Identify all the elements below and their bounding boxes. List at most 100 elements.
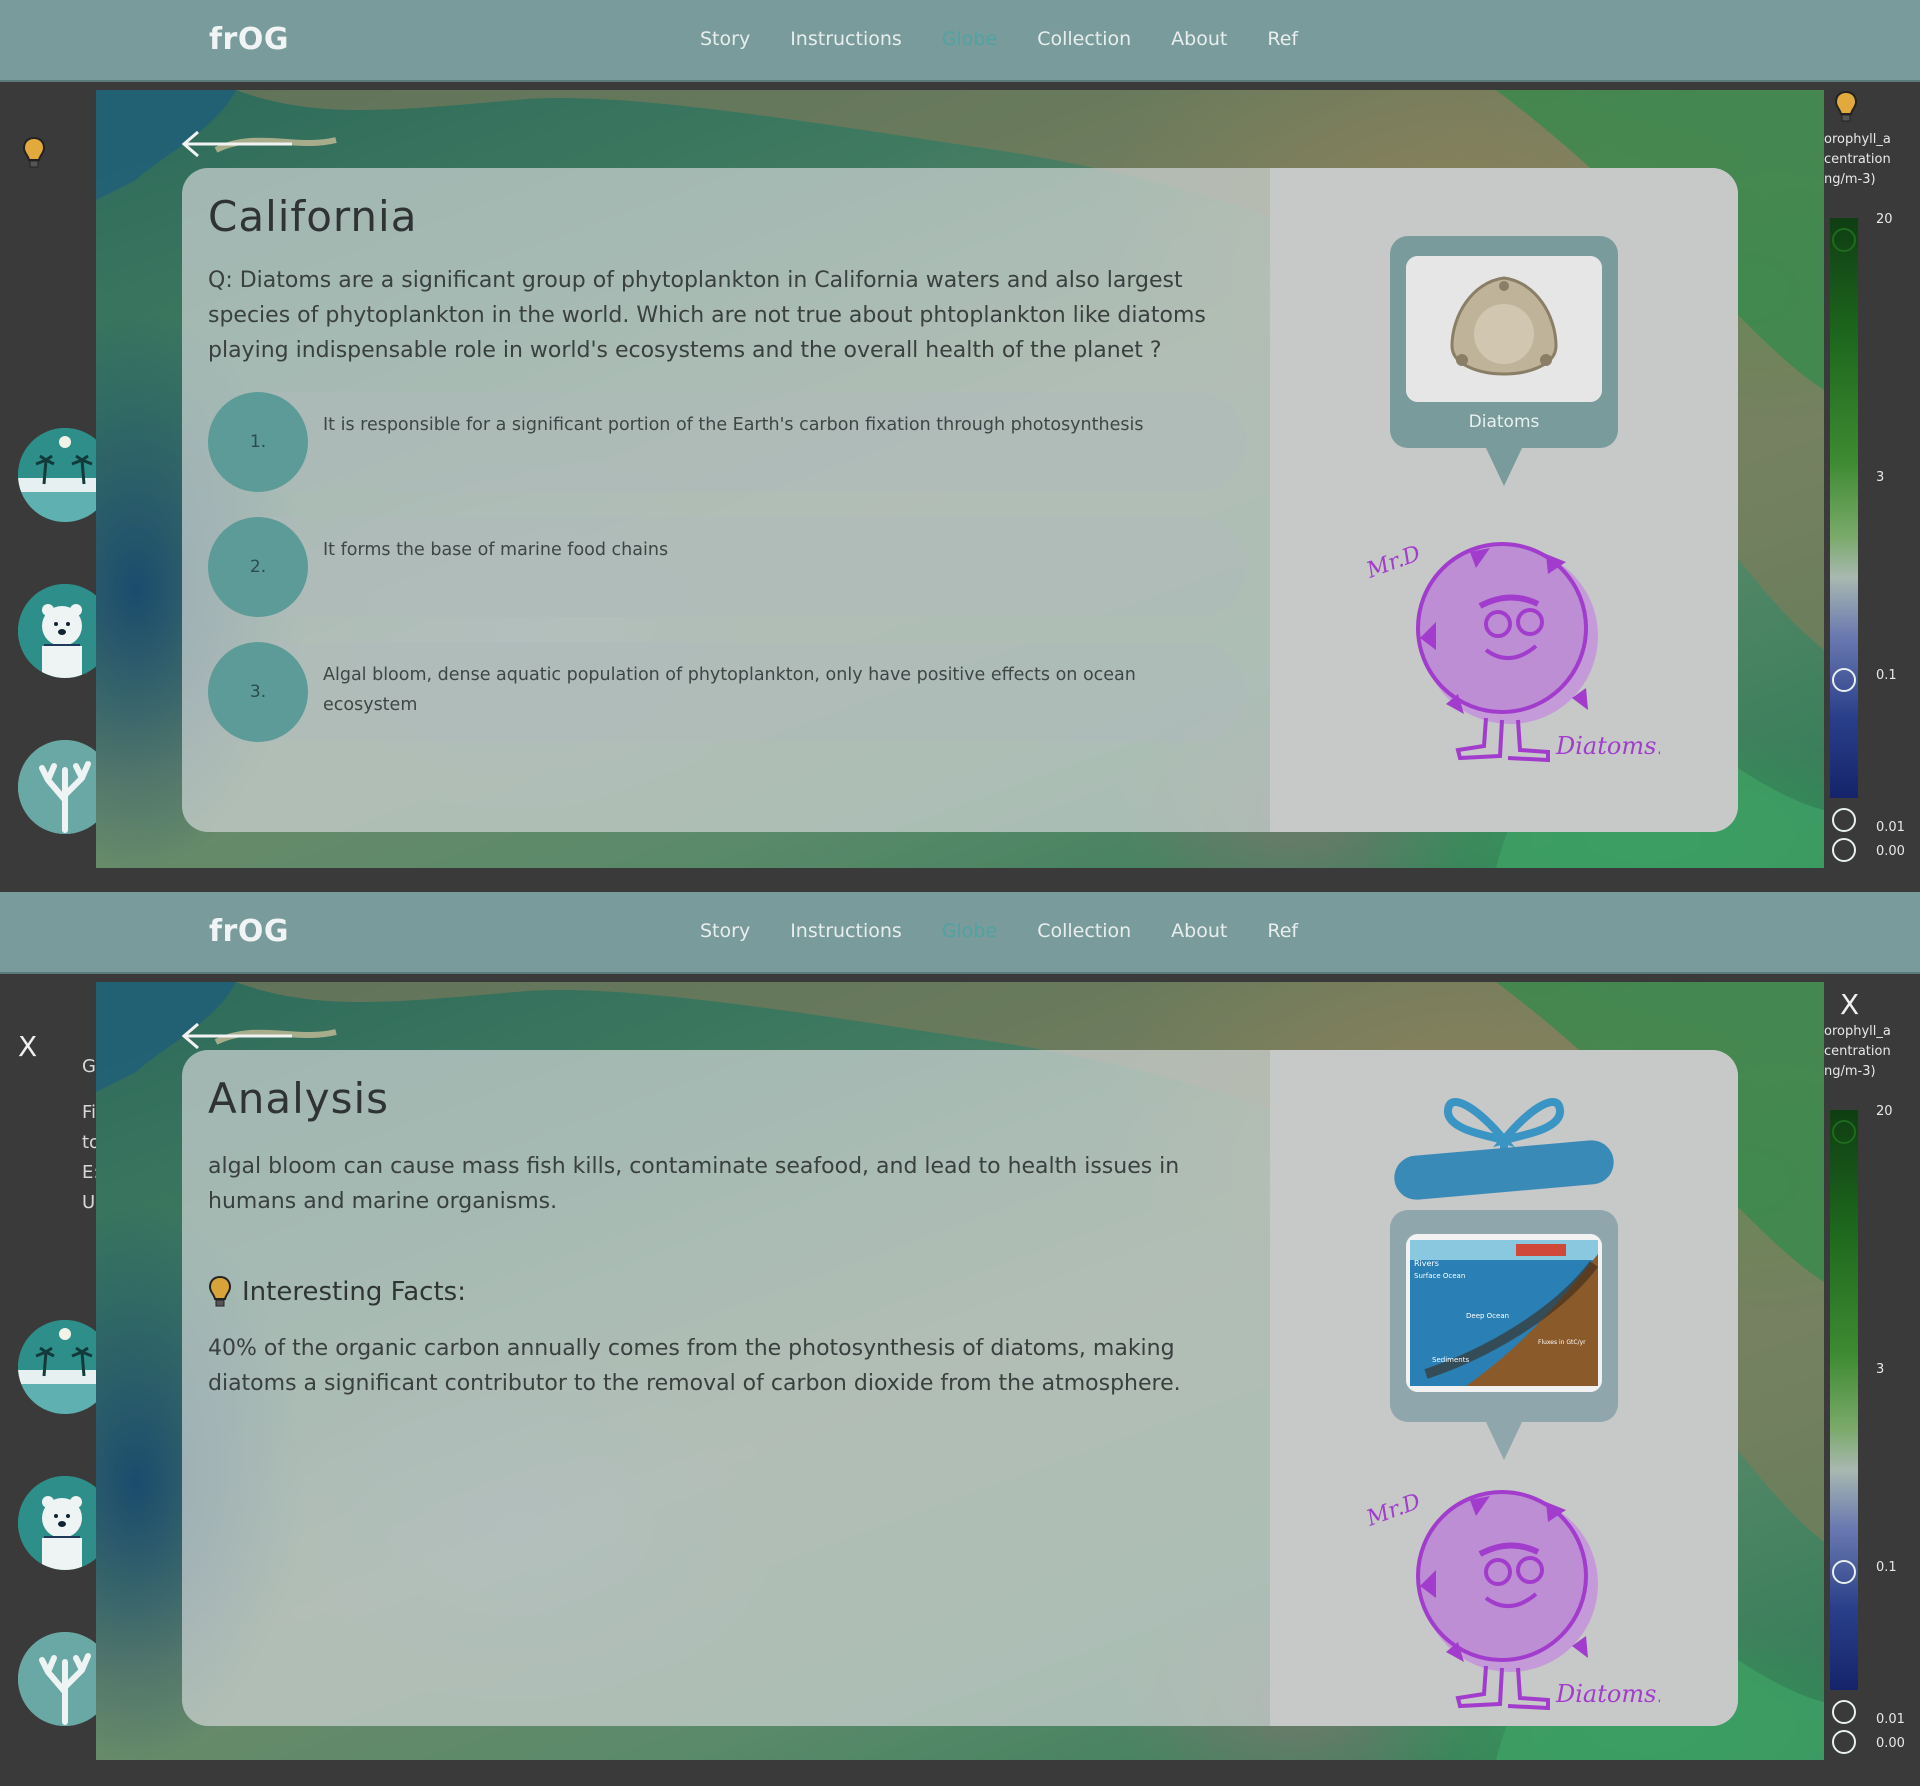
legend-title: orophyll_a centration ng/m-3)	[1824, 130, 1920, 190]
legend-title: orophyll_a centration ng/m-3)	[1824, 1022, 1920, 1082]
nav-collection[interactable]: Collection	[1037, 920, 1131, 942]
legend-title-line: centration	[1824, 152, 1891, 167]
nav-story[interactable]: Story	[700, 28, 750, 50]
nav-instructions[interactable]: Instructions	[790, 920, 902, 942]
legend-handle-max[interactable]	[1832, 228, 1856, 252]
nav-ref[interactable]: Ref	[1267, 28, 1298, 50]
mascot-sidebar: Rivers Surface Ocean Deep Ocean Sediment…	[1270, 1050, 1738, 1726]
diagram-label: Rivers	[1414, 1259, 1439, 1268]
lightbulb-icon[interactable]	[22, 136, 46, 170]
legend-title-line: centration	[1824, 1044, 1891, 1059]
nav-globe[interactable]: Globe	[942, 920, 997, 942]
option-bar[interactable]	[208, 517, 1246, 617]
mascot-caption: Diatoms.	[1555, 732, 1660, 760]
option-bar[interactable]	[208, 392, 1246, 492]
back-arrow-icon[interactable]	[176, 1022, 296, 1050]
back-arrow-icon[interactable]	[176, 130, 296, 158]
legend-tick: 0.01	[1876, 820, 1905, 835]
mascot-name: Mr.D	[1363, 1489, 1425, 1532]
lightbulb-icon	[208, 1275, 232, 1307]
option-text[interactable]: It forms the base of marine food chains	[323, 535, 1223, 565]
left-rail: X G Fi to E: U	[0, 982, 112, 1760]
diatom-image	[1406, 256, 1602, 402]
diatom-mascot: Mr.D Diatoms.	[1363, 1489, 1660, 1711]
nav-about[interactable]: About	[1171, 28, 1227, 50]
side-panel-heading: G	[82, 1056, 96, 1077]
diagram-label: Deep Ocean	[1466, 1312, 1509, 1320]
app-logo[interactable]: frOG	[209, 22, 289, 57]
legend-rail: X orophyll_a centration ng/m-3) 20 3 0.1…	[1824, 982, 1920, 1760]
facts-text: 40% of the organic carbon annually comes…	[208, 1336, 1181, 1396]
nav-links: Story Instructions Globe Collection Abou…	[700, 920, 1298, 942]
species-speech-bubble: Diatoms	[1390, 236, 1618, 448]
legend-handle-min[interactable]	[1832, 1730, 1856, 1754]
nav-about[interactable]: About	[1171, 920, 1227, 942]
side-panel-line: U	[82, 1192, 96, 1213]
close-left-panel-button[interactable]: X	[18, 1030, 37, 1063]
legend-handle-low[interactable]	[1832, 1700, 1856, 1724]
species-card[interactable]	[1406, 256, 1602, 402]
legend-tick: 0.00	[1876, 1736, 1905, 1751]
top-navbar: frOG Story Instructions Globe Collection…	[0, 0, 1920, 82]
legend-handle-low[interactable]	[1832, 808, 1856, 832]
legend-tick: 0.01	[1876, 1712, 1905, 1727]
legend-title-line: ng/m-3)	[1824, 172, 1876, 187]
legend-handle-min[interactable]	[1832, 838, 1856, 862]
legend-color-bar	[1830, 1110, 1858, 1690]
diagram-speech-bubble: Rivers Surface Ocean Deep Ocean Sediment…	[1390, 1210, 1618, 1422]
side-panel-line: Fi	[82, 1102, 97, 1123]
legend-handle-mid[interactable]	[1832, 668, 1856, 692]
option-text[interactable]: Algal bloom, dense aquatic population of…	[323, 660, 1223, 720]
quiz-screen: frOG Story Instructions Globe Collection…	[0, 0, 1920, 868]
nav-links: Story Instructions Globe Collection Abou…	[700, 28, 1298, 50]
answer-option-2[interactable]: 2. It forms the base of marine food chai…	[208, 517, 1246, 617]
carbon-cycle-card[interactable]: Rivers Surface Ocean Deep Ocean Sediment…	[1406, 1234, 1602, 1392]
option-number[interactable]: 3.	[208, 642, 308, 742]
diagram-label: Sediments	[1432, 1356, 1469, 1364]
option-text[interactable]: It is responsible for a significant port…	[323, 410, 1223, 440]
diagram-label: Surface Ocean	[1414, 1272, 1465, 1280]
lightbulb-icon[interactable]	[1834, 90, 1858, 124]
analysis-content: Analysis algal bloom can cause mass fish…	[182, 1050, 1270, 1726]
legend-tick: 0.1	[1876, 1560, 1897, 1575]
top-navbar: frOG Story Instructions Globe Collection…	[0, 892, 1920, 974]
nav-ref[interactable]: Ref	[1267, 920, 1298, 942]
nav-collection[interactable]: Collection	[1037, 28, 1131, 50]
legend-rail: orophyll_a centration ng/m-3) 20 3 0.1 0…	[1824, 90, 1920, 868]
nav-instructions[interactable]: Instructions	[790, 28, 902, 50]
bubble-tail	[1486, 1422, 1522, 1460]
interesting-facts-heading: Interesting Facts:	[208, 1275, 1244, 1309]
legend-tick: 3	[1876, 470, 1885, 485]
option-number[interactable]: 1.	[208, 392, 308, 492]
mascot-sidebar: Diatoms Mr.D Diatoms.	[1270, 168, 1738, 832]
close-legend-button[interactable]: X	[1840, 988, 1859, 1021]
answer-option-1[interactable]: 1. It is responsible for a significant p…	[208, 392, 1246, 492]
analysis-screen: frOG Story Instructions Globe Collection…	[0, 892, 1920, 1760]
diagram-label: Fluxes in GtC/yr	[1538, 1339, 1586, 1346]
diatom-mascot: Mr.D Diatoms.	[1363, 541, 1660, 763]
quiz-panel: California Q: Diatoms are a significant …	[182, 168, 1738, 832]
answer-option-3[interactable]: 3. Algal bloom, dense aquatic population…	[208, 642, 1246, 742]
option-number[interactable]: 2.	[208, 517, 308, 617]
legend-handle-max[interactable]	[1832, 1120, 1856, 1144]
legend-handle-mid[interactable]	[1832, 1560, 1856, 1584]
carbon-cycle-diagram: Rivers Surface Ocean Deep Ocean Sediment…	[1406, 1234, 1602, 1392]
legend-title-line: orophyll_a	[1824, 1024, 1891, 1039]
legend-title-line: ng/m-3)	[1824, 1064, 1876, 1079]
legend-tick: 0.1	[1876, 668, 1897, 683]
facts-heading-label: Interesting Facts:	[242, 1277, 466, 1307]
legend-title-line: orophyll_a	[1824, 132, 1891, 147]
species-label: Diatoms	[1468, 412, 1540, 432]
quiz-content: California Q: Diatoms are a significant …	[182, 168, 1270, 832]
mascot-name: Mr.D	[1363, 541, 1425, 584]
app-logo[interactable]: frOG	[209, 914, 289, 949]
quiz-question: Q: Diatoms are a significant group of ph…	[208, 268, 1206, 363]
legend-color-bar	[1830, 218, 1858, 798]
legend-tick: 20	[1876, 212, 1893, 227]
nav-globe[interactable]: Globe	[942, 28, 997, 50]
legend-tick: 3	[1876, 1362, 1885, 1377]
legend-tick: 0.00	[1876, 844, 1905, 859]
nav-story[interactable]: Story	[700, 920, 750, 942]
analysis-panel: Analysis algal bloom can cause mass fish…	[182, 1050, 1738, 1726]
analysis-title: Analysis	[208, 1074, 390, 1123]
